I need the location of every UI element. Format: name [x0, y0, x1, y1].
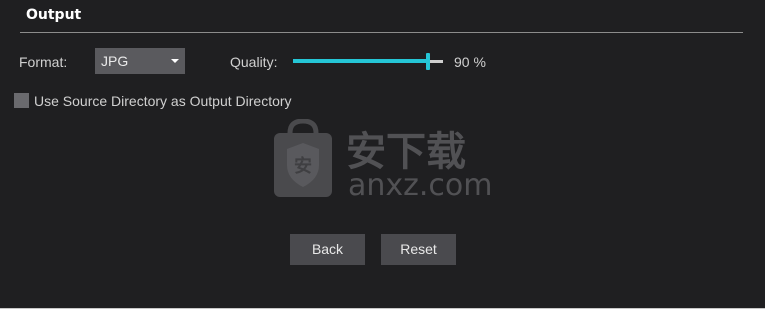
use-source-dir-checkbox[interactable] [14, 93, 29, 108]
slider-fill [293, 59, 428, 63]
watermark-logo: 安 安下载 anxz.com [274, 119, 493, 199]
output-settings-panel: Output Format: JPG Quality: 90 % Use Sou… [0, 0, 765, 308]
quality-slider[interactable] [293, 53, 443, 70]
section-divider [20, 32, 743, 33]
shield-bag-icon: 安 [274, 119, 332, 197]
reset-button[interactable]: Reset [381, 234, 456, 265]
chevron-down-icon [171, 59, 179, 63]
quality-label: Quality: [230, 54, 278, 70]
format-selected-value: JPG [101, 53, 129, 69]
watermark-url-text: anxz.com [348, 168, 493, 199]
back-button[interactable]: Back [290, 234, 365, 265]
watermark-badge-char: 安 [294, 155, 312, 177]
slider-thumb[interactable] [426, 53, 430, 70]
section-title: Output [26, 7, 82, 23]
quality-value: 90 % [454, 54, 486, 70]
use-source-dir-label[interactable]: Use Source Directory as Output Directory [34, 93, 292, 109]
bottom-strip [0, 308, 765, 317]
format-select[interactable]: JPG [95, 48, 185, 74]
format-label: Format: [19, 54, 68, 70]
